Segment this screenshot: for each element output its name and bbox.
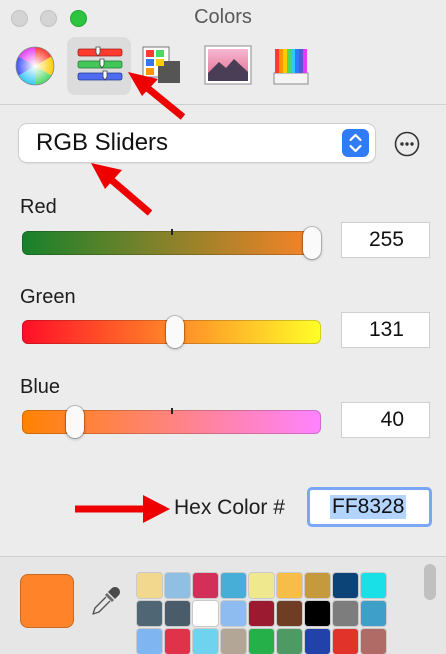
hex-color-field[interactable]: FF8328 (307, 487, 432, 527)
mode-popup-label: RGB Sliders (36, 129, 169, 156)
colors-window: Colors RGB Sliders Red 255 Green 131 Blu… (0, 0, 446, 654)
blue-slider-label: Blue (20, 376, 61, 398)
color-swatch[interactable] (361, 601, 386, 626)
hex-color-label: Hex Color # (174, 496, 285, 519)
color-wheel-tab[interactable] (3, 37, 67, 95)
mode-popup-button[interactable]: RGB Sliders (19, 124, 375, 162)
swatch-scrollbar[interactable] (424, 564, 436, 600)
color-swatch[interactable] (193, 629, 218, 654)
blue-slider-knob[interactable] (66, 406, 85, 438)
color-swatch[interactable] (277, 601, 302, 626)
window-title: Colors (194, 6, 252, 28)
green-slider-knob[interactable] (166, 316, 185, 348)
eyedropper-icon (92, 587, 120, 615)
color-swatch[interactable] (305, 601, 330, 626)
image-palettes-icon (204, 45, 252, 85)
color-swatch[interactable] (305, 629, 330, 654)
color-swatch[interactable] (333, 629, 358, 654)
eyedropper-button[interactable] (88, 583, 124, 619)
color-palettes-icon (142, 46, 180, 83)
red-slider-knob[interactable] (303, 227, 321, 259)
color-swatch[interactable] (361, 573, 386, 598)
color-swatch[interactable] (221, 601, 246, 626)
color-wheel-icon (15, 46, 55, 86)
color-swatch[interactable] (305, 573, 330, 598)
hex-color-value: FF8328 (330, 495, 407, 519)
color-swatch[interactable] (193, 573, 218, 598)
image-palettes-tab[interactable] (195, 37, 259, 95)
popup-stepper-icon (342, 129, 369, 157)
toolbar-divider (0, 104, 446, 105)
color-swatch[interactable] (137, 629, 162, 654)
color-swatch[interactable] (249, 601, 274, 626)
color-swatch[interactable] (165, 573, 190, 598)
blue-value-field[interactable]: 40 (342, 403, 429, 437)
more-options-button[interactable] (394, 131, 420, 157)
current-color-well[interactable] (21, 575, 73, 627)
color-sliders-icon (77, 46, 123, 81)
pencils-icon (273, 49, 309, 85)
color-swatch[interactable] (221, 573, 246, 598)
color-swatch[interactable] (277, 573, 302, 598)
arrow-to-popup (91, 163, 153, 216)
color-swatch[interactable] (137, 573, 162, 598)
color-swatch[interactable] (193, 601, 218, 626)
green-slider-label: Green (20, 286, 76, 308)
color-swatch[interactable] (221, 629, 246, 654)
color-swatch[interactable] (249, 573, 274, 598)
arrow-to-hex (75, 495, 170, 523)
blue-slider-tick (171, 408, 173, 414)
color-swatch[interactable] (165, 629, 190, 654)
red-slider-tick (171, 229, 173, 235)
color-palettes-tab[interactable] (131, 37, 195, 95)
color-swatch[interactable] (249, 629, 274, 654)
color-sliders-tab[interactable] (67, 37, 131, 95)
color-swatch[interactable] (165, 601, 190, 626)
red-slider-track[interactable] (22, 229, 321, 255)
red-value-field[interactable]: 255 (342, 223, 429, 257)
color-swatch[interactable] (333, 601, 358, 626)
green-value-field[interactable]: 131 (342, 313, 429, 347)
color-swatch[interactable] (277, 629, 302, 654)
color-swatch[interactable] (361, 629, 386, 654)
color-swatch[interactable] (333, 573, 358, 598)
ellipsis-circle-icon (394, 131, 420, 157)
pencils-tab[interactable] (259, 37, 323, 95)
red-slider-label: Red (20, 196, 57, 218)
color-swatch[interactable] (137, 601, 162, 626)
